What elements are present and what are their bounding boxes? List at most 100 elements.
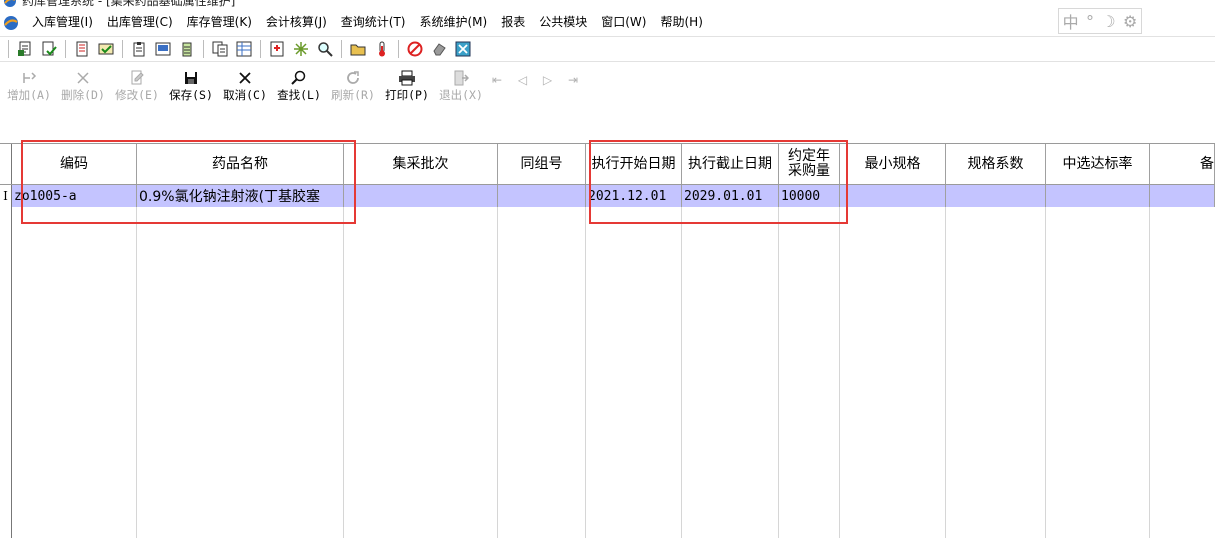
save-button-label: 保存(S) (169, 88, 213, 102)
refresh-button-label: 刷新(R) (331, 88, 375, 102)
refresh-icon (345, 70, 361, 86)
menu-item-system-maintenance[interactable]: 系统维护(M) (413, 12, 495, 33)
toolbar-separator (65, 40, 66, 58)
grid-column-line (840, 207, 946, 538)
column-header-group-no[interactable]: 同组号 (498, 144, 586, 184)
grid-column-line (1046, 207, 1150, 538)
document-open-icon[interactable] (16, 40, 34, 58)
record-navigation-arrows[interactable]: ⇤ ◁ ▷ ⇥ (492, 73, 584, 87)
cell-remark[interactable] (1150, 185, 1215, 207)
document-check-icon[interactable] (40, 40, 58, 58)
cell-spec-factor[interactable] (946, 185, 1046, 207)
menu-item-reports[interactable]: 报表 (494, 12, 532, 33)
grid-column-line (779, 207, 840, 538)
cell-annual-quantity[interactable]: 10000 (779, 185, 840, 207)
column-header-drug-name[interactable]: 药品名称 (137, 144, 344, 184)
column-header-batch[interactable]: 集采批次 (344, 144, 498, 184)
menu-bar: 入库管理(I) 出库管理(C) 库存管理(K) 会计核算(J) 查询统计(T) … (0, 8, 1215, 34)
toolbar-separator (398, 40, 399, 58)
delete-button-label: 删除(D) (61, 88, 105, 102)
grid-column-line (586, 207, 682, 538)
gear-icon[interactable]: ⚙ (1123, 12, 1137, 31)
refresh-button[interactable]: 刷新(R) (326, 66, 380, 103)
column-header-start-date[interactable]: 执行开始日期 (586, 144, 682, 184)
column-header-selection-rate[interactable]: 中选达标率 (1046, 144, 1150, 184)
battery-icon[interactable] (178, 40, 196, 58)
table-row[interactable]: I zo1005-a 0.9%氯化钠注射液(丁基胶塞 2021.12.01 20… (0, 185, 1215, 207)
find-button-label: 查找(L) (277, 88, 321, 102)
delete-button[interactable]: 删除(D) (56, 66, 110, 103)
image-report-icon[interactable] (154, 40, 172, 58)
menu-item-query-stats[interactable]: 查询统计(T) (334, 12, 413, 33)
thermometer-icon[interactable] (373, 40, 391, 58)
column-header-end-date[interactable]: 执行截止日期 (682, 144, 779, 184)
cell-batch[interactable] (344, 185, 498, 207)
eraser-icon[interactable] (430, 40, 448, 58)
table-grid-icon[interactable] (235, 40, 253, 58)
print-icon (398, 70, 416, 86)
mail-check-icon[interactable] (97, 40, 115, 58)
edit-button-label: 修改(E) (115, 88, 159, 102)
grid-column-line (137, 207, 344, 538)
toolbar-separator (8, 40, 9, 58)
cell-min-spec[interactable] (840, 185, 946, 207)
folder-icon[interactable] (349, 40, 367, 58)
save-icon (184, 70, 198, 86)
edit-button[interactable]: 修改(E) (110, 66, 164, 103)
search-icon[interactable] (316, 40, 334, 58)
menu-item-outbound[interactable]: 出库管理(C) (100, 12, 180, 33)
toolbar-separator (122, 40, 123, 58)
edit-icon (129, 70, 145, 86)
window-title: 药库管理系统 - [集采药品基础属性维护] (22, 0, 236, 8)
print-button[interactable]: 打印(P) (380, 66, 434, 103)
record-navigation[interactable]: ⇤ ◁ ▷ ⇥ (492, 66, 584, 94)
grid-column-line (344, 207, 498, 538)
column-header-remark[interactable]: 备 (1150, 144, 1215, 184)
data-grid: 编码 药品名称 集采批次 同组号 执行开始日期 执行截止日期 约定年 采购量 最… (0, 143, 1215, 538)
cell-group-no[interactable] (498, 185, 586, 207)
ime-status-bar[interactable]: 中 ° ☽ ⚙ (1058, 8, 1142, 34)
toolbar-separator (203, 40, 204, 58)
close-window-icon[interactable] (454, 40, 472, 58)
menu-item-inventory[interactable]: 库存管理(K) (180, 12, 259, 33)
row-indicator[interactable]: I (0, 185, 12, 207)
window-title-bar: 药库管理系统 - [集采药品基础属性维护] (0, 0, 1215, 8)
menu-item-help[interactable]: 帮助(H) (653, 12, 709, 33)
menu-item-public-module[interactable]: 公共模块 (532, 12, 594, 33)
add-button-label: 增加(A) (7, 88, 51, 102)
find-icon (291, 70, 307, 86)
save-button[interactable]: 保存(S) (164, 66, 218, 103)
document-list-icon[interactable] (73, 40, 91, 58)
moon-icon[interactable]: ☽ (1101, 12, 1115, 31)
app-logo-icon (4, 0, 16, 7)
cell-start-date[interactable]: 2021.12.01 (586, 185, 682, 207)
find-button[interactable]: 查找(L) (272, 66, 326, 103)
menu-item-inbound[interactable]: 入库管理(I) (25, 12, 100, 33)
grid-column-line (682, 207, 779, 538)
toolbar-separator (260, 40, 261, 58)
column-header-annual-quantity[interactable]: 约定年 采购量 (779, 144, 840, 184)
column-header-min-spec[interactable]: 最小规格 (840, 144, 946, 184)
exit-button[interactable]: 退出(X) (434, 66, 488, 103)
ime-mode-indicator[interactable]: 中 (1063, 9, 1079, 33)
cancel-button[interactable]: 取消(C) (218, 66, 272, 103)
header-row-indicator (0, 144, 12, 184)
cell-code[interactable]: zo1005-a (12, 185, 137, 207)
cell-end-date[interactable]: 2029.01.01 (682, 185, 779, 207)
menu-item-accounting[interactable]: 会计核算(J) (259, 12, 334, 33)
app-logo-icon (4, 15, 18, 30)
stop-icon[interactable] (406, 40, 424, 58)
add-button[interactable]: 增加(A) (2, 66, 56, 103)
add-icon (21, 70, 37, 86)
clipboard-icon[interactable] (130, 40, 148, 58)
cell-drug-name[interactable]: 0.9%氯化钠注射液(丁基胶塞 (137, 185, 344, 207)
ime-punct-indicator[interactable]: ° (1086, 12, 1094, 31)
medical-chart-icon[interactable] (268, 40, 286, 58)
cell-selection-rate[interactable] (1046, 185, 1150, 207)
menu-item-window[interactable]: 窗口(W) (594, 12, 653, 33)
grid-column-line (946, 207, 1046, 538)
column-header-spec-factor[interactable]: 规格系数 (946, 144, 1046, 184)
column-header-code[interactable]: 编码 (12, 144, 137, 184)
copy-document-icon[interactable] (211, 40, 229, 58)
sparkle-icon[interactable] (292, 40, 310, 58)
